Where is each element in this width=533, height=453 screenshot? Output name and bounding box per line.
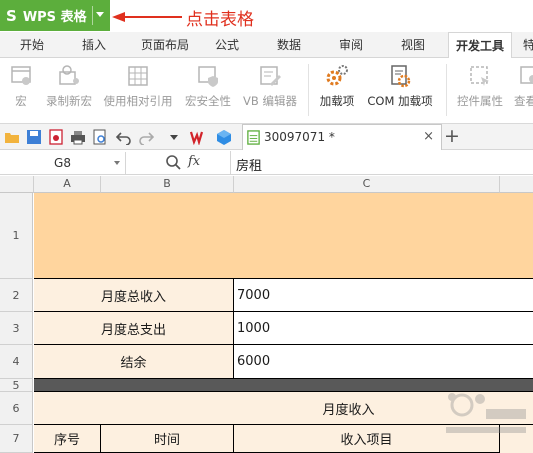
- wps-menu-label: WPS 表格: [22, 10, 87, 25]
- export-pdf-icon[interactable]: [48, 129, 64, 145]
- select-all-corner[interactable]: [0, 176, 34, 193]
- vb-editor-icon: [260, 66, 281, 86]
- formula-divider: [230, 151, 231, 175]
- control-properties-button[interactable]: 控件属性: [452, 62, 508, 120]
- column-header-a[interactable]: A: [34, 176, 101, 193]
- com-addins-button[interactable]: COM 加载项: [362, 62, 438, 120]
- addins-button[interactable]: 加载项: [316, 62, 358, 120]
- column-header-c[interactable]: C: [234, 176, 500, 193]
- record-macro-button[interactable]: 录制新宏: [42, 62, 96, 120]
- record-macro-icon: [59, 65, 79, 85]
- balance-label-cell[interactable]: 结余: [34, 345, 234, 379]
- tab-home[interactable]: 开始: [8, 32, 56, 58]
- wps-home-icon[interactable]: [190, 129, 206, 145]
- cloud-box-icon[interactable]: [216, 129, 232, 145]
- ribbon-divider: [446, 64, 447, 116]
- print-icon[interactable]: [70, 129, 86, 145]
- tab-formulas[interactable]: 公式: [204, 32, 250, 58]
- open-folder-icon[interactable]: [4, 129, 20, 145]
- tab-page-layout[interactable]: 页面布局: [130, 32, 200, 58]
- title-banner-cell[interactable]: [34, 193, 533, 279]
- vb-editor-button[interactable]: VB 编辑器: [240, 62, 300, 120]
- macro-label: 宏: [15, 94, 27, 108]
- watermark-logo-icon: [446, 393, 526, 433]
- view-code-label: 查看: [514, 94, 533, 108]
- macro-icon: [11, 66, 31, 85]
- macro-security-button[interactable]: 宏安全性: [182, 62, 234, 120]
- control-properties-label: 控件属性: [457, 94, 503, 108]
- tab-special[interactable]: 特: [520, 32, 533, 58]
- tab-developer-tools[interactable]: 开发工具: [448, 32, 512, 59]
- view-code-button[interactable]: 查看: [512, 62, 533, 120]
- relative-reference-button[interactable]: 使用相对引用: [100, 62, 176, 120]
- annotation-text: 点击表格: [186, 10, 254, 30]
- seq-no-header-cell[interactable]: 序号: [34, 425, 101, 453]
- total-income-value-cell[interactable]: 7000: [234, 279, 533, 312]
- document-tab-title: 30097071 *: [264, 130, 335, 144]
- name-box[interactable]: G8: [0, 152, 126, 174]
- total-expense-value-cell[interactable]: 1000: [234, 312, 533, 345]
- control-properties-icon: [470, 66, 489, 86]
- macro-button[interactable]: 宏: [4, 62, 38, 120]
- addins-label: 加载项: [319, 94, 355, 108]
- new-tab-icon[interactable]: +: [444, 125, 460, 147]
- formula-input[interactable]: 房租: [236, 155, 262, 174]
- row-header-3[interactable]: 3: [0, 312, 33, 345]
- vb-editor-label: VB 编辑器: [243, 94, 297, 108]
- macro-security-label: 宏安全性: [185, 94, 231, 108]
- wps-menu-button[interactable]: S WPS 表格: [0, 0, 110, 31]
- tab-insert[interactable]: 插入: [70, 32, 118, 58]
- time-header-cell[interactable]: 时间: [101, 425, 234, 453]
- addins-icon: [326, 65, 348, 86]
- row-header-2[interactable]: 2: [0, 279, 33, 312]
- spreadsheet-file-icon: [247, 130, 260, 145]
- annotation-arrow-icon: [112, 12, 182, 22]
- insert-function-button[interactable]: fx: [188, 154, 200, 169]
- name-box-dropdown-icon[interactable]: [114, 161, 120, 165]
- com-addins-icon: [391, 65, 411, 88]
- wps-logo-icon: S: [6, 6, 17, 25]
- print-preview-icon[interactable]: [92, 129, 108, 145]
- save-icon[interactable]: [26, 129, 42, 145]
- total-expense-label-cell[interactable]: 月度总支出: [34, 312, 234, 345]
- row-header-7[interactable]: 7: [0, 425, 33, 453]
- developer-ribbon: 宏 录制新宏 使用相对引用 宏安全性 VB 编辑器 加载项 COM 加载项 控件…: [0, 58, 533, 124]
- name-box-value: G8: [54, 156, 71, 170]
- formula-bar: G8 fx 房租: [0, 151, 533, 175]
- total-income-label-cell[interactable]: 月度总收入: [34, 279, 234, 312]
- macro-security-icon: [198, 66, 218, 87]
- row-header-6[interactable]: 6: [0, 392, 33, 425]
- redo-icon[interactable]: [138, 129, 154, 145]
- column-header-b[interactable]: B: [101, 176, 234, 193]
- title-bar: S WPS 表格 点击表格: [0, 0, 533, 32]
- row-header-5[interactable]: 5: [0, 379, 33, 392]
- close-tab-icon[interactable]: ×: [423, 129, 434, 144]
- quick-access-dropdown-icon[interactable]: [166, 129, 182, 145]
- document-tab[interactable]: 30097071 * ×: [242, 124, 442, 150]
- record-macro-label: 录制新宏: [46, 94, 92, 108]
- com-addins-label: COM 加载项: [367, 94, 433, 108]
- tab-data[interactable]: 数据: [266, 32, 312, 58]
- ribbon-divider: [308, 64, 309, 116]
- quick-access-toolbar: 30097071 * × +: [0, 124, 533, 150]
- menu-tab-bar: 开始 插入 页面布局 公式 数据 审阅 视图 开发工具 特: [0, 32, 533, 59]
- relative-reference-label: 使用相对引用: [103, 94, 173, 108]
- tab-view[interactable]: 视图: [390, 32, 436, 58]
- tab-review[interactable]: 审阅: [328, 32, 374, 58]
- undo-icon[interactable]: [116, 129, 132, 145]
- row-header-4[interactable]: 4: [0, 345, 33, 379]
- wps-dropdown-arrow-icon[interactable]: [96, 12, 104, 17]
- column-header-d[interactable]: [500, 176, 533, 193]
- row-header-1[interactable]: 1: [0, 193, 33, 279]
- balance-value-cell[interactable]: 6000: [234, 345, 533, 379]
- wps-button-divider: [92, 6, 93, 25]
- relative-reference-icon: [128, 66, 148, 86]
- zoom-icon[interactable]: [165, 154, 181, 170]
- view-code-icon: [520, 66, 533, 84]
